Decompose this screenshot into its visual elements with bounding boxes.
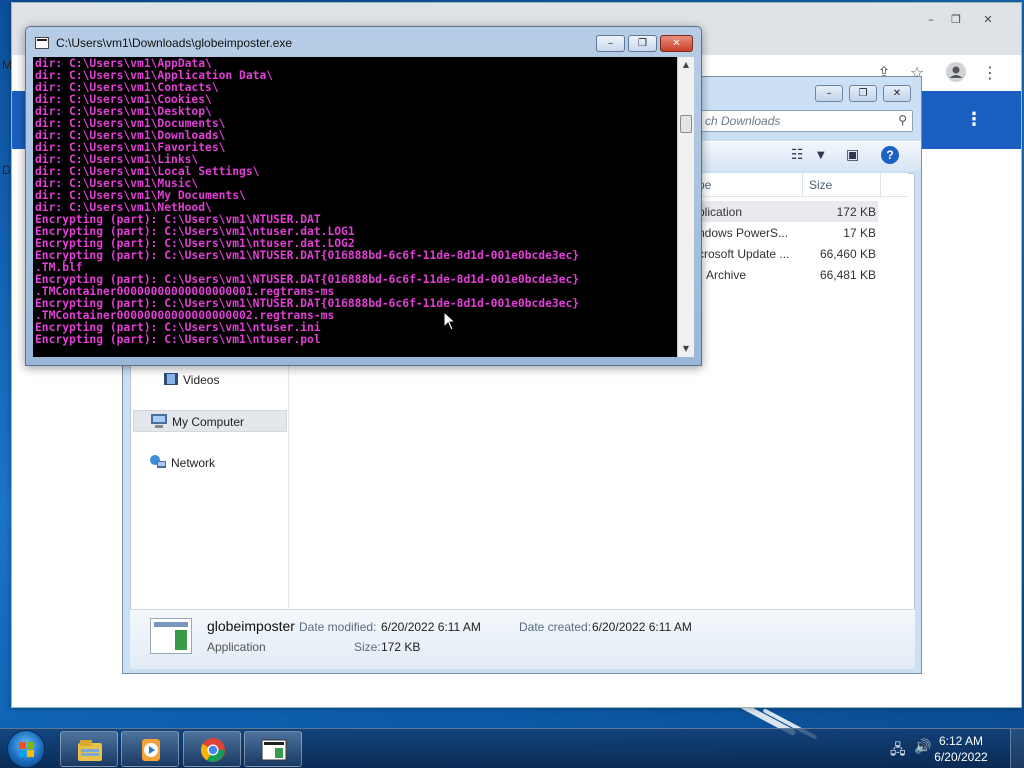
chrome-close-button[interactable]: ✕ xyxy=(974,11,1002,29)
kebab-menu-icon[interactable]: ⋮ xyxy=(978,61,1002,85)
profile-icon[interactable] xyxy=(944,61,968,85)
taskbar-media-player-button[interactable] xyxy=(121,731,179,767)
taskbar-explorer-button[interactable] xyxy=(60,731,118,767)
help-icon[interactable]: ? xyxy=(881,146,899,164)
details-created-label: Date created: xyxy=(519,620,592,634)
details-pane: globeimposter Application Date modified:… xyxy=(130,609,915,669)
windows-explorer-icon xyxy=(78,740,102,761)
search-input[interactable]: ch Downloads ⚲ xyxy=(698,110,913,132)
nav-item-my-computer[interactable]: My Computer xyxy=(133,410,287,432)
network-tray-icon[interactable]: 🖧 xyxy=(890,739,906,763)
system-clock[interactable]: 6:12 AM 6/20/2022 xyxy=(926,733,996,765)
show-desktop-button[interactable] xyxy=(1010,729,1024,768)
media-player-icon xyxy=(142,739,160,761)
taskbar: 🖧 🔊 6:12 AM 6/20/2022 xyxy=(0,728,1024,768)
nav-item-network[interactable]: Network xyxy=(133,452,287,474)
network-icon xyxy=(149,454,166,470)
file-row[interactable]: plication 172 KB xyxy=(698,201,878,222)
console-scrollbar[interactable]: ▲ ▼ xyxy=(677,57,694,357)
computer-icon xyxy=(150,413,167,429)
console-app-icon xyxy=(261,739,287,761)
windows-logo-icon xyxy=(19,742,35,758)
console-app-icon xyxy=(35,37,49,49)
console-line: Encrypting (part): C:\Users\vm1\ntuser.p… xyxy=(35,333,321,346)
details-modified-label: Date modified: xyxy=(299,620,377,634)
console-line: Encrypting (part): C:\Users\vm1\NTUSER.D… xyxy=(35,249,580,262)
explorer-maximize-button[interactable]: ❐ xyxy=(849,85,877,102)
console-maximize-button[interactable]: ❐ xyxy=(628,35,657,52)
mouse-cursor-icon xyxy=(443,310,457,334)
details-file-type: Application xyxy=(207,640,266,654)
chrome-maximize-button[interactable]: ❐ xyxy=(942,11,970,29)
details-created-value: 6/20/2022 6:11 AM xyxy=(592,620,692,634)
console-output[interactable]: dir: C:\Users\vm1\AppData\ dir: C:\Users\… xyxy=(33,57,677,357)
search-icon: ⚲ xyxy=(898,113,907,127)
chrome-minimize-button[interactable]: – xyxy=(917,11,945,29)
file-row[interactable]: crosoft Update ... 66,460 KB xyxy=(698,243,878,264)
file-row[interactable]: ndows PowerS... 17 KB xyxy=(698,222,878,243)
taskbar-console-button[interactable] xyxy=(244,731,302,767)
taskbar-chrome-button[interactable] xyxy=(183,731,241,767)
start-button[interactable] xyxy=(7,730,45,768)
details-file-name: globeimposter xyxy=(207,618,295,634)
details-size-label: Size: xyxy=(354,640,381,654)
details-modified-value: 6/20/2022 6:11 AM xyxy=(381,620,481,634)
desktop-icon-label: D xyxy=(2,163,11,177)
console-title: C:\Users\vm1\Downloads\globeimposter.exe xyxy=(56,36,293,50)
application-icon xyxy=(150,618,192,654)
scroll-down-arrow[interactable]: ▼ xyxy=(678,341,694,357)
chrome-icon xyxy=(200,738,225,762)
nav-item-videos[interactable]: Videos xyxy=(133,369,287,391)
explorer-close-button[interactable]: ✕ xyxy=(883,85,911,102)
clock-time: 6:12 AM xyxy=(938,734,984,748)
console-close-button[interactable]: ✕ xyxy=(660,35,693,52)
desktop-icon-label: M xyxy=(2,58,12,72)
videos-icon xyxy=(163,371,179,387)
column-header: pe Size xyxy=(698,173,908,197)
page-menu-icon[interactable]: ⋮ xyxy=(965,109,983,130)
console-minimize-button[interactable]: – xyxy=(596,35,625,52)
details-size-value: 172 KB xyxy=(381,640,421,654)
scroll-thumb[interactable] xyxy=(680,115,692,133)
file-row[interactable]: Archive 66,481 KB xyxy=(698,264,878,285)
scroll-up-arrow[interactable]: ▲ xyxy=(678,57,694,73)
chevron-down-icon[interactable]: ▼ xyxy=(817,150,825,161)
view-options-icon[interactable]: ☷ xyxy=(791,147,804,163)
clock-date: 6/20/2022 xyxy=(934,750,988,764)
console-window: C:\Users\vm1\Downloads\globeimposter.exe… xyxy=(25,26,702,366)
column-size[interactable]: Size xyxy=(809,178,832,192)
preview-pane-icon[interactable]: ▣ xyxy=(846,147,859,163)
explorer-minimize-button[interactable]: – xyxy=(815,85,843,102)
